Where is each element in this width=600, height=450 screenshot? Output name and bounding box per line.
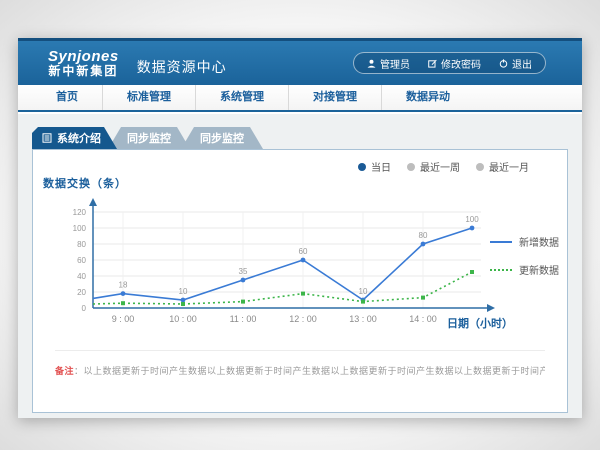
user-icon bbox=[367, 59, 376, 68]
legend-line-swatch-icon bbox=[490, 269, 512, 271]
filter-radio-当日[interactable]: 当日 bbox=[358, 159, 391, 174]
legend-item: 更新数据 bbox=[490, 262, 559, 277]
change-password-button[interactable]: 修改密码 bbox=[419, 56, 490, 71]
series-legend: 新增数据更新数据 bbox=[490, 234, 559, 277]
footnote-text: ：以上数据更新于时间产生数据以上数据更新于时间产生数据以上数据更新于时间产生数据… bbox=[74, 366, 545, 376]
document-icon bbox=[42, 133, 52, 143]
svg-text:40: 40 bbox=[77, 272, 86, 281]
svg-text:100: 100 bbox=[73, 224, 87, 233]
nav-item-system-mgmt[interactable]: 系统管理 bbox=[195, 85, 288, 110]
footnote: 备注：以上数据更新于时间产生数据以上数据更新于时间产生数据以上数据更新于时间产生… bbox=[55, 350, 545, 377]
logo-company-name: 新中新集团 bbox=[48, 65, 119, 78]
nav-item-home[interactable]: 首页 bbox=[32, 85, 102, 110]
y-axis-title: 数据交换（条） bbox=[43, 175, 127, 191]
line-chart: 0 20 40 60 80 100 120 9 : 00 10 : 00 11 : 00 12 : … bbox=[35, 192, 515, 332]
nav-item-interface-mgmt[interactable]: 对接管理 bbox=[288, 85, 381, 110]
svg-text:20: 20 bbox=[77, 288, 86, 297]
chart-filter-radios: 当日 最近一周 最近一月 bbox=[358, 159, 529, 174]
tab-system-intro[interactable]: 系统介绍 bbox=[32, 127, 117, 149]
user-button[interactable]: 管理员 bbox=[358, 56, 419, 71]
svg-text:35: 35 bbox=[239, 267, 248, 276]
logout-label: 退出 bbox=[512, 56, 532, 71]
page-title: 数据资源中心 bbox=[137, 57, 227, 77]
tab-sync-monitor-1[interactable]: 同步监控 bbox=[108, 127, 190, 149]
legend-series-label: 更新数据 bbox=[519, 262, 559, 277]
svg-text:80: 80 bbox=[77, 240, 86, 249]
chart-area: 0 20 40 60 80 100 120 9 : 00 10 : 00 11 : 00 12 : … bbox=[35, 192, 515, 332]
legend-series-label: 新增数据 bbox=[519, 234, 559, 249]
footnote-label: 备注 bbox=[55, 366, 74, 376]
logo-brand-text: Synjones bbox=[48, 49, 119, 65]
tab-label: 系统介绍 bbox=[57, 130, 101, 146]
nav-item-standard-mgmt[interactable]: 标准管理 bbox=[102, 85, 195, 110]
header-actions: 管理员 修改密码 退出 bbox=[353, 52, 546, 74]
svg-text:11 : 00: 11 : 00 bbox=[230, 314, 257, 324]
company-logo: Synjones 新中新集团 bbox=[48, 49, 119, 77]
svg-text:0: 0 bbox=[82, 304, 87, 313]
svg-text:13 : 00: 13 : 00 bbox=[349, 314, 377, 324]
logout-button[interactable]: 退出 bbox=[490, 56, 541, 71]
svg-text:60: 60 bbox=[299, 247, 308, 256]
radio-dot-icon bbox=[476, 163, 484, 171]
user-button-label: 管理员 bbox=[380, 56, 410, 71]
svg-text:10 : 00: 10 : 00 bbox=[169, 314, 197, 324]
app-header: Synjones 新中新集团 数据资源中心 管理员 修改密码 bbox=[18, 38, 582, 85]
app-window: Synjones 新中新集团 数据资源中心 管理员 修改密码 bbox=[18, 38, 582, 418]
change-password-label: 修改密码 bbox=[441, 56, 481, 71]
svg-text:12 : 00: 12 : 00 bbox=[289, 314, 317, 324]
svg-text:120: 120 bbox=[73, 208, 87, 217]
filter-radio-label: 最近一周 bbox=[420, 159, 460, 174]
svg-text:10: 10 bbox=[359, 287, 368, 296]
chart-card: 当日 最近一周 最近一月 数据交换（条） 0 20 40 60 80 100 120 9 : 00… bbox=[32, 149, 568, 413]
filter-radio-label: 当日 bbox=[371, 159, 391, 174]
nav-item-data-change[interactable]: 数据异动 bbox=[381, 85, 474, 110]
main-nav: 首页 标准管理 系统管理 对接管理 数据异动 bbox=[18, 85, 582, 112]
svg-text:9 : 00: 9 : 00 bbox=[112, 314, 135, 324]
filter-radio-最近一周[interactable]: 最近一周 bbox=[407, 159, 460, 174]
svg-text:10: 10 bbox=[179, 287, 188, 296]
content-area: 系统介绍 同步监控 同步监控 当日 最近一周 最近一月 数据交换（条） 0 20 40 6… bbox=[18, 114, 582, 418]
svg-text:100: 100 bbox=[465, 215, 479, 224]
filter-radio-最近一月[interactable]: 最近一月 bbox=[476, 159, 529, 174]
tab-label: 同步监控 bbox=[200, 130, 244, 146]
legend-line-swatch-icon bbox=[490, 241, 512, 243]
edit-icon bbox=[428, 59, 437, 68]
svg-text:14 : 00: 14 : 00 bbox=[409, 314, 437, 324]
radio-dot-icon bbox=[358, 163, 366, 171]
tab-bar: 系统介绍 同步监控 同步监控 bbox=[32, 127, 582, 149]
x-axis-title: 日期（小时） bbox=[447, 315, 513, 331]
filter-radio-label: 最近一月 bbox=[489, 159, 529, 174]
svg-text:60: 60 bbox=[77, 256, 86, 265]
legend-item: 新增数据 bbox=[490, 234, 559, 249]
svg-text:18: 18 bbox=[119, 281, 128, 290]
tab-sync-monitor-2[interactable]: 同步监控 bbox=[181, 127, 263, 149]
power-icon bbox=[499, 59, 508, 68]
svg-text:80: 80 bbox=[419, 231, 428, 240]
tab-label: 同步监控 bbox=[127, 130, 171, 146]
radio-dot-icon bbox=[407, 163, 415, 171]
